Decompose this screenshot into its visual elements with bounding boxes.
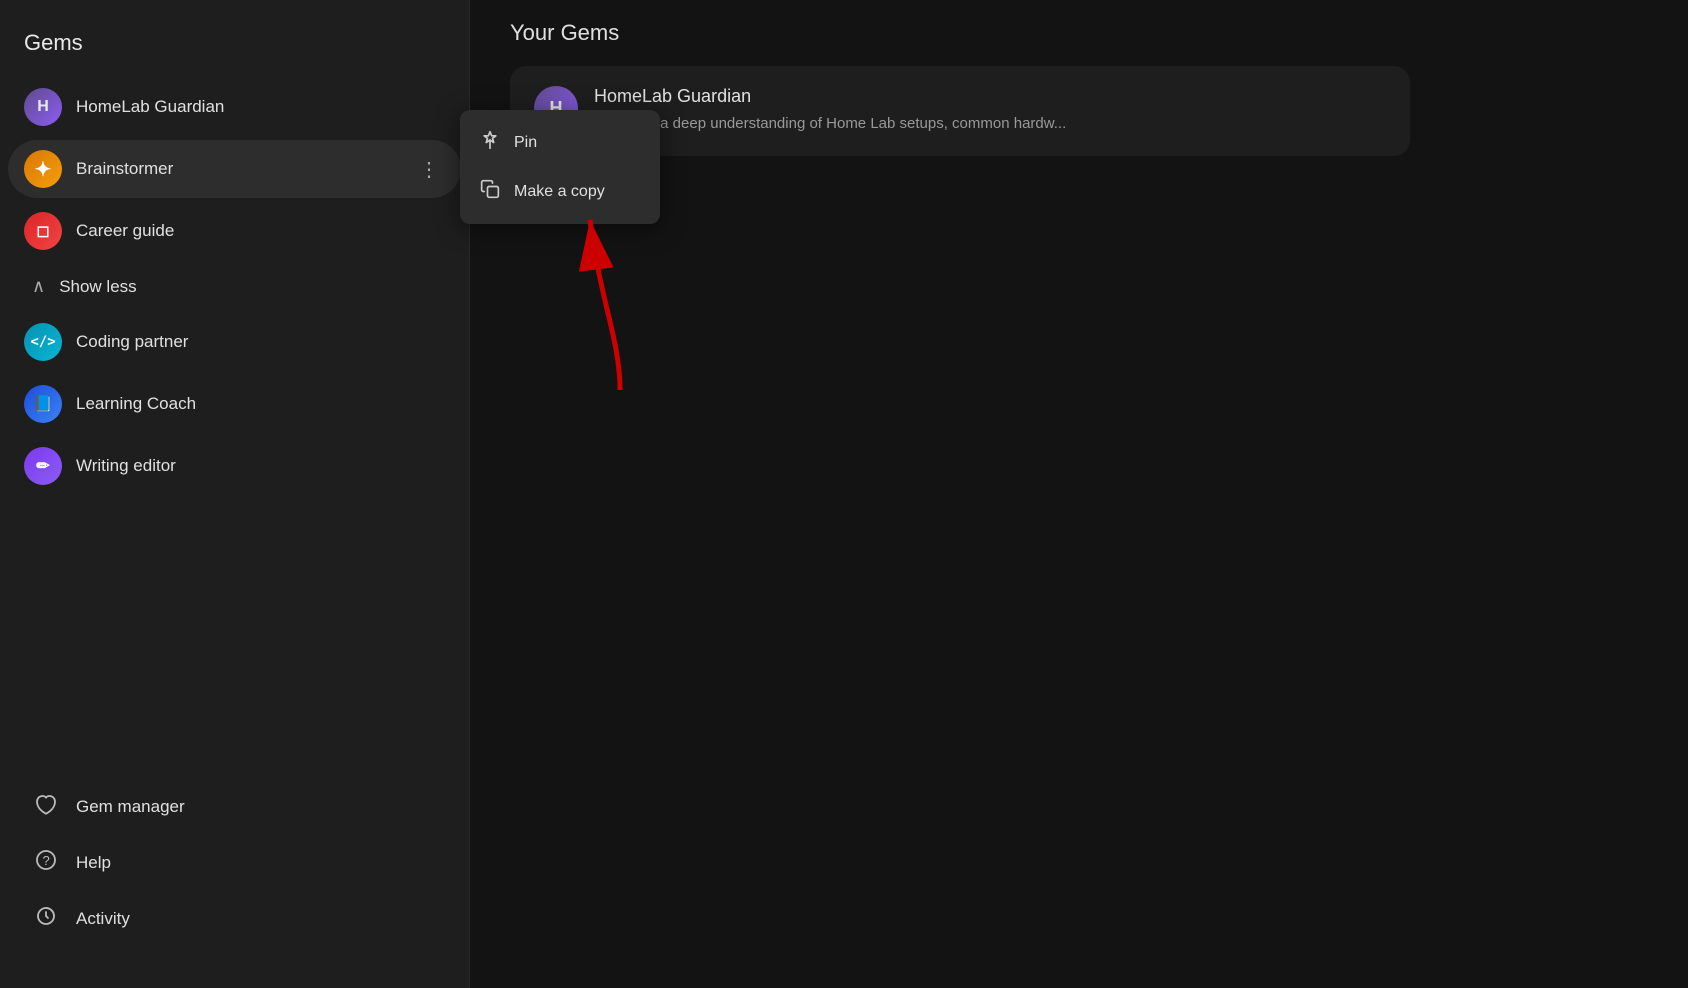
sidebar-item-label-homelab: HomeLab Guardian (76, 97, 445, 117)
sidebar-item-label-career: Career guide (76, 221, 445, 241)
sidebar-item-label-writing: Writing editor (76, 456, 445, 476)
show-less-label: Show less (59, 277, 136, 297)
avatar-coding: </> (24, 323, 62, 361)
help-icon: ? (32, 848, 60, 878)
writing-icon: ✏ (36, 456, 49, 476)
your-gems-title: Your Gems (510, 20, 1648, 46)
sidebar-item-learning[interactable]: 📘 Learning Coach (8, 375, 461, 433)
gem-card-description: You have a deep understanding of Home La… (594, 113, 1386, 136)
menu-label-make-copy: Make a copy (514, 183, 605, 201)
more-button-brainstormer[interactable]: ⋮ (413, 153, 445, 185)
sidebar-item-writing[interactable]: ✏ Writing editor (8, 437, 461, 495)
sidebar-item-career[interactable]: ◻ Career guide (8, 202, 461, 260)
learning-icon: 📘 (33, 394, 53, 414)
sidebar-item-label-brainstormer: Brainstormer (76, 159, 413, 179)
chevron-up-icon: ∧ (32, 276, 45, 297)
avatar-brainstormer: ✦ (24, 150, 62, 188)
avatar-career: ◻ (24, 212, 62, 250)
sidebar-item-brainstormer[interactable]: ✦ Brainstormer ⋮ (8, 140, 461, 198)
sidebar-item-label-learning: Learning Coach (76, 394, 445, 414)
sidebar-item-label-coding: Coding partner (76, 332, 445, 352)
pin-icon (480, 130, 500, 155)
sidebar-item-homelab[interactable]: H HomeLab Guardian (8, 78, 461, 136)
copy-icon (480, 179, 500, 204)
gem-manager-icon (32, 792, 60, 822)
avatar-learning: 📘 (24, 385, 62, 423)
context-menu: Pin Make a copy (460, 110, 660, 224)
menu-label-pin: Pin (514, 134, 537, 152)
sidebar: Gems H HomeLab Guardian ✦ Brainstormer ⋮… (0, 0, 470, 988)
activity-icon (32, 904, 60, 934)
show-less-toggle[interactable]: ∧ Show less (8, 266, 461, 307)
gem-card-content: HomeLab Guardian You have a deep underst… (594, 86, 1386, 136)
gem-manager-button[interactable]: Gem manager (8, 780, 461, 834)
gem-manager-label: Gem manager (76, 797, 185, 817)
sidebar-bottom: Gem manager ? Help Activity (0, 778, 469, 968)
svg-text:?: ? (43, 853, 50, 868)
avatar-writing: ✏ (24, 447, 62, 485)
coding-icon: </> (30, 334, 55, 350)
sidebar-title: Gems (0, 20, 469, 76)
activity-button[interactable]: Activity (8, 892, 461, 946)
menu-item-make-copy[interactable]: Make a copy (460, 167, 660, 216)
activity-label: Activity (76, 909, 130, 929)
sidebar-item-coding[interactable]: </> Coding partner (8, 313, 461, 371)
menu-item-pin[interactable]: Pin (460, 118, 660, 167)
help-button[interactable]: ? Help (8, 836, 461, 890)
gem-card-title: HomeLab Guardian (594, 86, 1386, 107)
avatar-homelab: H (24, 88, 62, 126)
help-label: Help (76, 853, 111, 873)
